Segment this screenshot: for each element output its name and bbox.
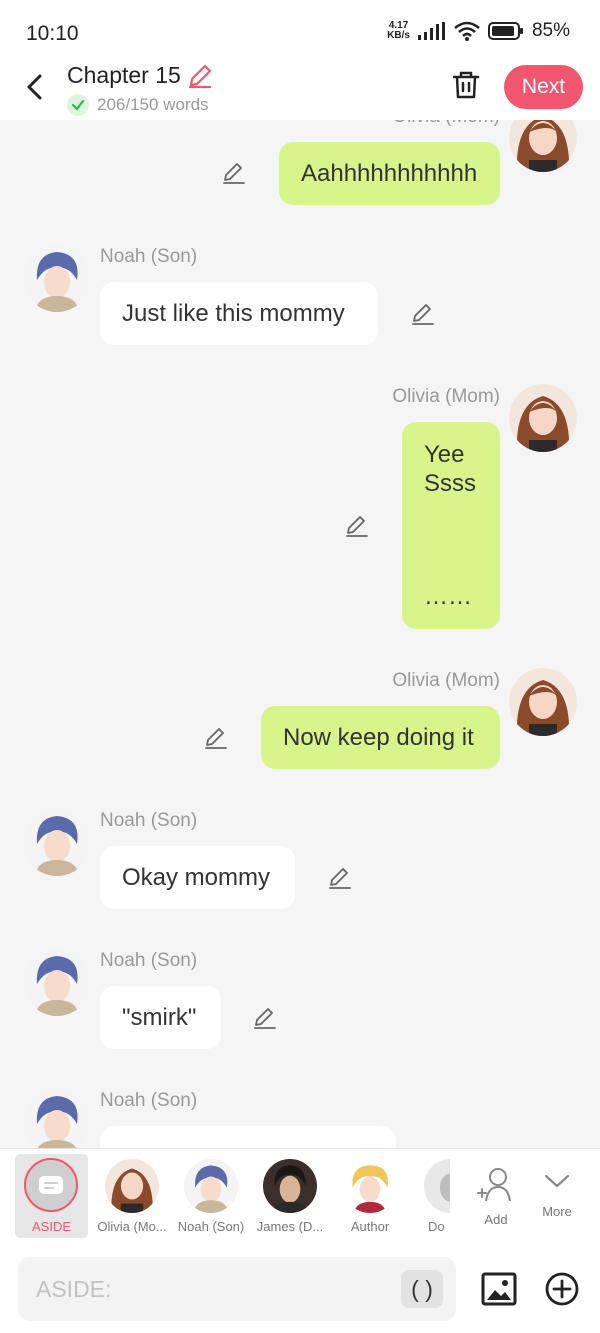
net-speed: 4.17 KB/s <box>387 21 410 41</box>
edit-title-icon[interactable] <box>187 63 213 89</box>
message-bubble[interactable]: "smirk" <box>100 986 221 1049</box>
edit-message-icon[interactable] <box>253 1006 277 1030</box>
chapter-title-text: Chapter 15 <box>67 62 181 88</box>
trash-icon[interactable] <box>452 70 480 100</box>
message-bubble[interactable]: Yee Ssss …… <box>402 422 500 629</box>
wifi-icon <box>454 21 480 41</box>
status-icons: 4.17 KB/s 85% <box>387 20 570 42</box>
noah-avatar[interactable] <box>23 948 91 1016</box>
word-count: 206/150 words <box>67 94 209 116</box>
input-bar: ( ) <box>0 1248 600 1333</box>
battery-percent: 85% <box>531 20 570 41</box>
message-input[interactable] <box>36 1257 406 1321</box>
message-bubble[interactable]: Aahhhhhhhhhhh <box>279 142 500 205</box>
chat-area[interactable]: Olivia (Mom) Aahhhhhhhhhhh Noah (Son) Ju… <box>0 120 600 1148</box>
author-avatar <box>343 1159 397 1213</box>
character-label: Olivia (Mo... <box>97 1219 167 1234</box>
message-bubble[interactable] <box>100 1126 396 1148</box>
character-james[interactable]: James (D... <box>250 1155 330 1239</box>
chapter-title[interactable]: Chapter 15 <box>67 62 213 89</box>
signal-icon <box>417 22 445 40</box>
message-line-2: Ssss <box>424 470 477 497</box>
net-speed-unit: KB/s <box>387 30 410 41</box>
message-text: "smirk" <box>122 1003 197 1031</box>
message-author: Noah (Son) <box>100 810 198 831</box>
message-bubble[interactable]: Okay mommy <box>100 846 295 909</box>
partial-avatar <box>424 1159 450 1213</box>
edit-message-icon[interactable] <box>222 161 246 185</box>
aside-icon <box>24 1158 78 1212</box>
message-bubble[interactable]: Now keep doing it <box>261 706 500 769</box>
status-bar: 10:10 4.17 KB/s 85% <box>0 0 600 62</box>
status-time: 10:10 <box>26 22 79 45</box>
noah-avatar <box>184 1159 238 1213</box>
parentheses-button[interactable]: ( ) <box>401 1270 443 1308</box>
character-olivia[interactable]: Olivia (Mo... <box>92 1155 172 1239</box>
edit-message-icon[interactable] <box>345 514 369 538</box>
message-author: Olivia (Mom) <box>392 670 500 691</box>
more-label: More <box>542 1204 572 1219</box>
olivia-avatar[interactable] <box>509 384 577 452</box>
message-text: Aahhhhhhhhhhh <box>301 159 478 187</box>
james-avatar <box>263 1159 317 1213</box>
chevron-down-icon <box>544 1174 570 1188</box>
character-label: Do <box>428 1219 445 1234</box>
back-arrow-icon[interactable] <box>24 72 46 102</box>
message-author: Noah (Son) <box>100 246 198 267</box>
character-label: Noah (Son) <box>177 1219 245 1234</box>
message-input-container: ( ) <box>18 1257 456 1321</box>
edit-message-icon[interactable] <box>204 726 228 750</box>
character-label: James (D... <box>256 1219 324 1234</box>
character-selector: ASIDE Olivia (Mo... Noah (Son) James (D.… <box>0 1148 600 1248</box>
message-text: Just like this mommy <box>122 299 345 327</box>
olivia-avatar <box>105 1159 159 1213</box>
character-label: Author <box>350 1219 390 1234</box>
character-partial[interactable]: Do <box>410 1155 450 1239</box>
noah-avatar[interactable] <box>23 808 91 876</box>
olivia-avatar[interactable] <box>509 668 577 736</box>
olivia-avatar[interactable] <box>509 120 577 172</box>
plus-circle-icon[interactable] <box>545 1272 579 1306</box>
image-icon[interactable] <box>481 1272 517 1306</box>
character-author[interactable]: Author <box>330 1155 410 1239</box>
noah-avatar[interactable] <box>23 244 91 312</box>
edit-message-icon[interactable] <box>411 302 435 326</box>
check-icon <box>67 94 89 116</box>
word-count-text: 206/150 words <box>97 95 209 114</box>
message-author: Olivia (Mom) <box>392 386 500 407</box>
aside-character-button[interactable]: ASIDE <box>15 1154 88 1238</box>
message-author: Noah (Son) <box>100 950 198 971</box>
aside-label: ASIDE <box>31 1219 71 1234</box>
message-text: Okay mommy <box>122 863 271 891</box>
next-button[interactable]: Next <box>504 65 583 109</box>
character-noah[interactable]: Noah (Son) <box>171 1155 251 1239</box>
message-line-3: …… <box>424 583 472 610</box>
edit-message-icon[interactable] <box>328 866 352 890</box>
message-line-1: Yee <box>424 441 465 468</box>
message-bubble[interactable]: Just like this mommy <box>100 282 378 345</box>
chapter-header: Chapter 15 206/150 words Next <box>0 62 600 120</box>
message-text: Now keep doing it <box>283 723 474 751</box>
noah-avatar[interactable] <box>23 1088 91 1148</box>
add-person-icon <box>477 1168 511 1202</box>
battery-icon <box>487 22 523 40</box>
message-author: Noah (Son) <box>100 1090 198 1111</box>
more-characters-button[interactable]: More <box>517 1155 597 1239</box>
message-author: Olivia (Mom) <box>392 120 500 128</box>
